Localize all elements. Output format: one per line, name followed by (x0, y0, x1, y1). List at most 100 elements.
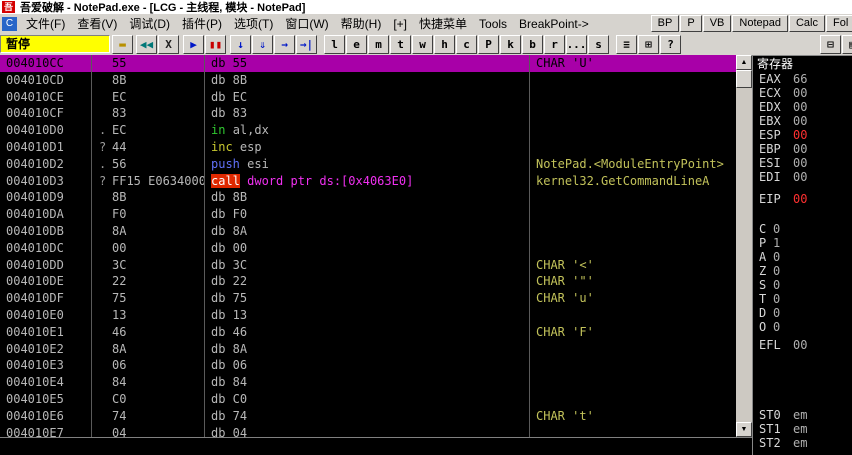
plugin-button-notepad[interactable]: Notepad (732, 15, 788, 32)
instruction-token: al,dx (233, 123, 269, 137)
menu-item[interactable]: 插件(P) (176, 15, 228, 32)
register-row[interactable]: ST0em (753, 408, 852, 422)
register-row[interactable]: EDX00 (753, 100, 852, 114)
threads-button[interactable]: t (390, 35, 411, 54)
register-row[interactable]: EFL00 (753, 338, 852, 352)
scroll-up-button[interactable]: ▲ (736, 55, 752, 70)
handles-button[interactable]: h (434, 35, 455, 54)
register-row[interactable]: ECX00 (753, 86, 852, 100)
register-row[interactable]: S0 (753, 278, 852, 292)
executables-button[interactable]: e (346, 35, 367, 54)
log-window-button[interactable]: l (324, 35, 345, 54)
run-trace-button[interactable]: ... (566, 35, 587, 54)
disasm-row[interactable]: 004010DE22db 22CHAR '"' (0, 273, 736, 290)
disasm-row[interactable]: 004010CD8Bdb 8B (0, 72, 736, 89)
hex-cell: .56 (92, 156, 205, 173)
open-button[interactable]: ▬ (112, 35, 133, 54)
options-button[interactable]: ≡ (616, 35, 637, 54)
disasm-row[interactable]: 004010D3?FF15 E0634000call dword ptr ds:… (0, 173, 736, 190)
disasm-row[interactable]: 004010E484db 84 (0, 374, 736, 391)
menu-item[interactable]: 快捷菜单 (413, 15, 473, 32)
disasm-row[interactable]: 004010D2.56push esiNotePad.<ModuleEntryP… (0, 156, 736, 173)
run-button[interactable]: ▶ (183, 35, 204, 54)
hex-cell: .EC (92, 122, 205, 139)
memory-map-button[interactable]: m (368, 35, 389, 54)
windows-button[interactable]: w (412, 35, 433, 54)
disasm-row[interactable]: 004010E28Adb 8A (0, 341, 736, 358)
restart-button[interactable]: ◀◀ (136, 35, 157, 54)
disasm-row[interactable]: 004010D98Bdb 8B (0, 189, 736, 206)
menu-item[interactable]: 查看(V) (71, 15, 123, 32)
menu-item[interactable]: 帮助(H) (335, 15, 388, 32)
register-row[interactable]: EIP00 (753, 192, 852, 206)
opcode-prefix (92, 189, 112, 206)
register-row[interactable]: P1 (753, 236, 852, 250)
scroll-thumb[interactable] (736, 70, 752, 88)
call-stack-button[interactable]: k (500, 35, 521, 54)
source-button[interactable]: s (588, 35, 609, 54)
menu-item[interactable]: 选项(T) (228, 15, 279, 32)
plugin-button-vb[interactable]: VB (703, 15, 732, 32)
menu-item[interactable]: 调试(D) (123, 15, 176, 32)
menu-item[interactable]: BreakPoint-> (513, 17, 595, 31)
disasm-row[interactable]: 004010DC00db 00 (0, 240, 736, 257)
references-button[interactable]: r (544, 35, 565, 54)
step-into-button[interactable]: ↓ (230, 35, 251, 54)
close-button[interactable]: X (158, 35, 179, 54)
disasm-row[interactable]: 004010E146db 46CHAR 'F' (0, 324, 736, 341)
disasm-row[interactable]: 004010E704db 04 (0, 425, 736, 437)
disasm-row[interactable]: 004010E306db 06 (0, 357, 736, 374)
register-row[interactable]: D0 (753, 306, 852, 320)
pause-button[interactable]: ▮▮ (205, 35, 226, 54)
disasm-row[interactable]: 004010E013db 13 (0, 307, 736, 324)
step-over-button[interactable]: ⇓ (252, 35, 273, 54)
register-row[interactable]: ESI00 (753, 156, 852, 170)
menu-item[interactable]: 文件(F) (20, 15, 71, 32)
register-row[interactable]: ST1em (753, 422, 852, 436)
disasm-row[interactable]: 004010E5C0db C0 (0, 391, 736, 408)
disasm-scrollbar[interactable]: ▲ ▼ (736, 55, 752, 437)
menu-item[interactable]: 窗口(W) (279, 15, 334, 32)
disasm-row[interactable]: 004010DD3Cdb 3CCHAR '<' (0, 257, 736, 274)
exec-till-return-button[interactable]: →| (296, 35, 317, 54)
disasm-row[interactable]: 004010D0.ECin al,dx (0, 122, 736, 139)
disasm-row[interactable]: 004010CC55db 55CHAR 'U' (0, 55, 736, 72)
register-row[interactable]: ST2em (753, 436, 852, 450)
register-name: EDX (759, 100, 793, 114)
register-row[interactable]: ESP00 (753, 128, 852, 142)
collapse-button[interactable]: ⊟ (820, 35, 841, 54)
patches-button[interactable]: P (478, 35, 499, 54)
register-row[interactable]: EAX66 (753, 72, 852, 86)
register-row[interactable]: O0 (753, 320, 852, 334)
register-row[interactable]: Z0 (753, 264, 852, 278)
menu-item[interactable]: Tools (473, 17, 513, 31)
breakpoints-button[interactable]: b (522, 35, 543, 54)
register-row[interactable]: T0 (753, 292, 852, 306)
cpu-button[interactable]: c (456, 35, 477, 54)
disasm-row[interactable]: 004010E674db 74CHAR 't' (0, 408, 736, 425)
menu-item[interactable]: [+] (387, 17, 413, 31)
disasm-row[interactable]: 004010CF83db 83 (0, 105, 736, 122)
register-row[interactable]: A0 (753, 250, 852, 264)
hex-cell: C0 (92, 391, 205, 408)
disasm-row[interactable]: 004010CEECdb EC (0, 89, 736, 106)
plugin-button-fol[interactable]: Fol (826, 15, 852, 32)
help-button[interactable]: ? (660, 35, 681, 54)
disasm-row[interactable]: 004010D1?44inc esp (0, 139, 736, 156)
scroll-down-button[interactable]: ▼ (736, 422, 752, 437)
child-window-icon[interactable]: C (2, 17, 17, 31)
appearance-button[interactable]: ⊞ (638, 35, 659, 54)
register-row[interactable]: EBX00 (753, 114, 852, 128)
plugin-button-calc[interactable]: Calc (789, 15, 825, 32)
clipped-edge-button[interactable]: ▤ (842, 35, 852, 54)
register-row[interactable]: EBP00 (753, 142, 852, 156)
opcode-prefix (92, 223, 112, 240)
plugin-button-bp[interactable]: BP (651, 15, 680, 32)
disasm-row[interactable]: 004010DF75db 75CHAR 'u' (0, 290, 736, 307)
register-row[interactable]: EDI00 (753, 170, 852, 184)
disasm-row[interactable]: 004010DAF0db F0 (0, 206, 736, 223)
disasm-row[interactable]: 004010DB8Adb 8A (0, 223, 736, 240)
plugin-button-p[interactable]: P (680, 15, 701, 32)
register-row[interactable]: C0 (753, 222, 852, 236)
trace-over-button[interactable]: → (274, 35, 295, 54)
